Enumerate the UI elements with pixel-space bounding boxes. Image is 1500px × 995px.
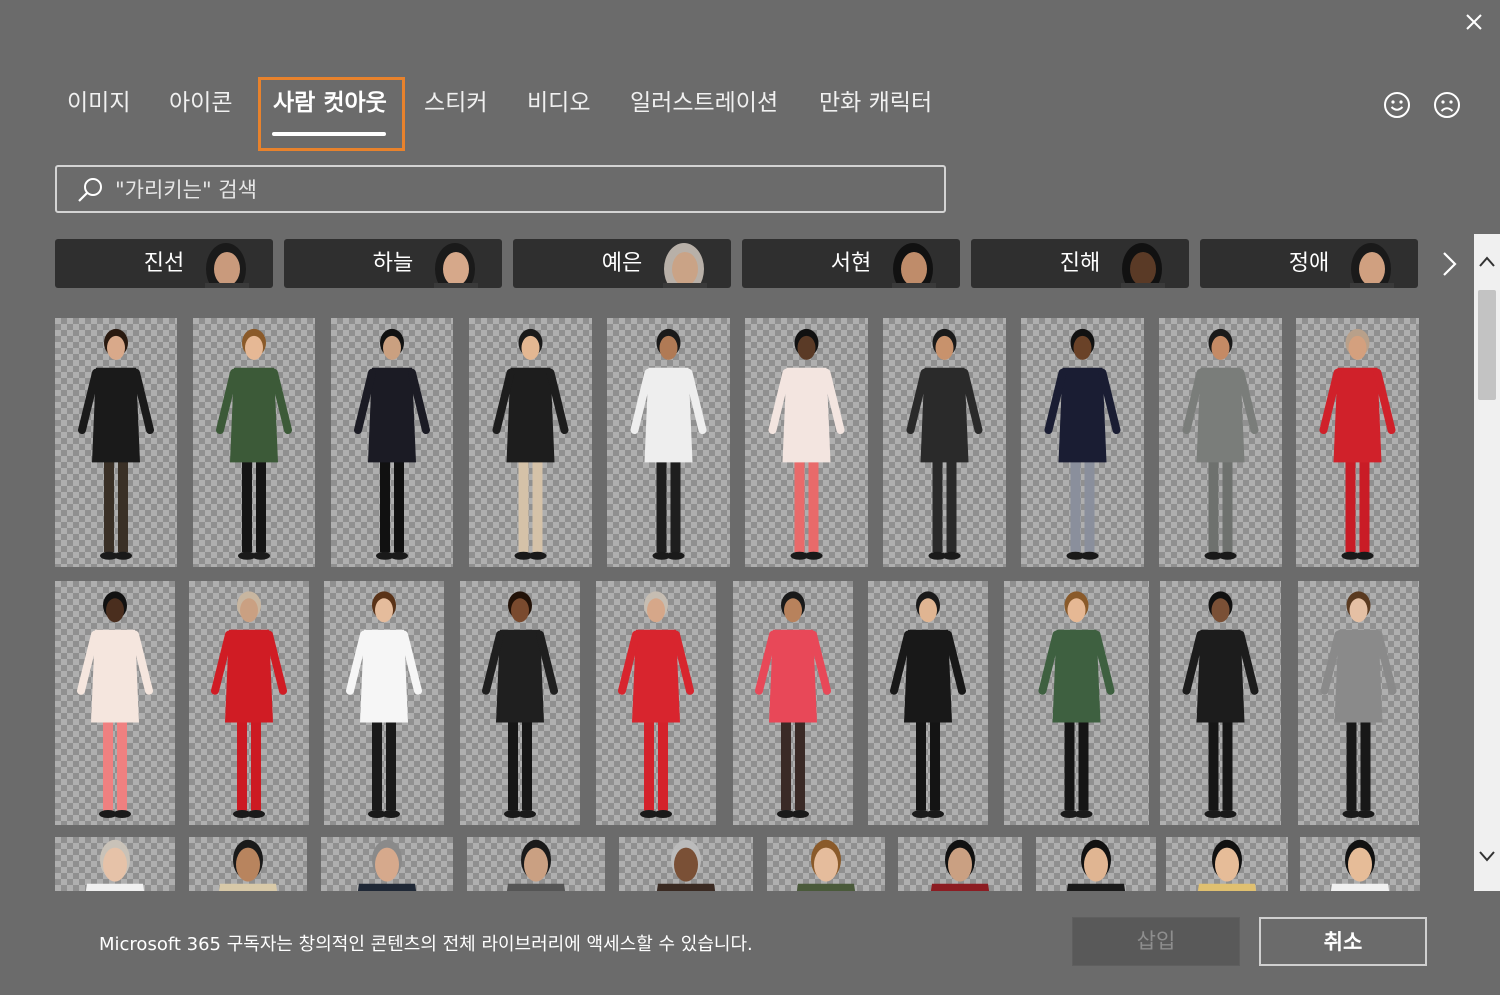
smile-icon: [1384, 92, 1410, 118]
cutout-tile[interactable]: [55, 318, 177, 567]
cutout-tile[interactable]: [1296, 318, 1419, 567]
person-chip[interactable]: 예은: [513, 239, 731, 288]
person-chip[interactable]: 진선: [55, 239, 273, 288]
person-chip-label: 예은: [601, 251, 643, 276]
person-cutout: [1320, 591, 1397, 819]
person-cutout: [506, 839, 566, 891]
person-chip-label: 서현: [830, 251, 872, 276]
person-cutout: [492, 328, 569, 560]
subscriber-message: Microsoft 365 구독자는 창의적인 콘텐츠의 전체 라이브러리에 액…: [99, 934, 753, 955]
tab-videos[interactable]: 비디오: [527, 78, 590, 148]
person-chip[interactable]: 진해: [971, 239, 1189, 288]
person-cutout: [618, 591, 694, 819]
cutout-tile[interactable]: [331, 318, 453, 567]
person-cutout: [1044, 328, 1121, 560]
cutout-tile[interactable]: [189, 837, 307, 891]
gallery-scrollbar[interactable]: [1474, 234, 1500, 891]
cutout-tile[interactable]: [767, 837, 885, 891]
cutout-tile[interactable]: [619, 837, 753, 891]
cutout-tile[interactable]: [898, 837, 1022, 891]
cutout-tile[interactable]: [1159, 318, 1282, 567]
scrollbar-thumb[interactable]: [1478, 290, 1496, 400]
person-cutout: [1182, 328, 1259, 560]
tab-focus-outline: [258, 77, 405, 151]
cutout-tile[interactable]: [189, 581, 309, 825]
person-cutout: [218, 839, 278, 891]
tab-icons[interactable]: 아이콘: [169, 78, 232, 148]
close-icon: [1466, 14, 1482, 30]
person-chip[interactable]: 정애: [1200, 239, 1418, 288]
cutout-tile[interactable]: [55, 837, 175, 891]
person-cutout: [357, 839, 417, 891]
close-button[interactable]: [1460, 8, 1488, 36]
cutout-tile[interactable]: [1021, 318, 1144, 567]
cutout-tile[interactable]: [1036, 837, 1156, 891]
person-cutout: [630, 328, 707, 560]
person-chip-label: 정애: [1288, 251, 1330, 276]
person-cutout: [211, 591, 287, 819]
frown-feedback-button[interactable]: [1432, 90, 1462, 120]
chevron-right-icon: [1443, 252, 1457, 276]
person-cutout: [906, 328, 983, 560]
person-cutout: [78, 328, 154, 560]
cutout-tile[interactable]: [1160, 581, 1281, 825]
smile-feedback-button[interactable]: [1382, 90, 1412, 120]
frown-icon: [1434, 92, 1460, 118]
cutout-tile[interactable]: [467, 837, 605, 891]
cutout-tile[interactable]: [596, 581, 716, 825]
cutout-tile[interactable]: [1300, 837, 1420, 891]
person-cutout: [930, 839, 990, 891]
person-cutout: [216, 328, 292, 560]
tab-images[interactable]: 이미지: [67, 78, 130, 148]
person-cutout: [890, 591, 966, 819]
person-cutout: [77, 591, 153, 819]
cutout-tile[interactable]: [321, 837, 453, 891]
cutout-tile[interactable]: [607, 318, 730, 567]
cutout-tile[interactable]: [1004, 581, 1149, 825]
person-cutout: [1197, 839, 1257, 891]
person-cutout: [482, 591, 558, 819]
cancel-button[interactable]: 취소: [1259, 917, 1427, 966]
cutout-tile[interactable]: [460, 581, 580, 825]
person-cutout: [1319, 328, 1396, 560]
person-chip-label: 진해: [1059, 251, 1101, 276]
person-chip[interactable]: 서현: [742, 239, 960, 288]
cutout-tile[interactable]: [745, 318, 868, 567]
person-cutout: [1066, 839, 1126, 891]
tab-cartoon-characters[interactable]: 만화 캐릭터: [819, 78, 932, 148]
person-cutout: [656, 839, 716, 891]
chevron-up-icon[interactable]: [1477, 252, 1497, 272]
tab-stickers[interactable]: 스티커: [424, 78, 487, 148]
search-input[interactable]: [113, 171, 937, 209]
cutout-tile[interactable]: [55, 581, 175, 825]
chevron-down-icon[interactable]: [1477, 846, 1497, 866]
insert-button[interactable]: 삽입: [1072, 917, 1240, 966]
person-cutout: [85, 839, 145, 891]
person-cutout: [796, 839, 856, 891]
cutout-tile[interactable]: [868, 581, 988, 825]
cutout-tile[interactable]: [733, 581, 853, 825]
search-icon: [78, 178, 102, 202]
search-box: [55, 165, 946, 213]
cutout-tile[interactable]: [1166, 837, 1288, 891]
person-cutout: [755, 591, 831, 819]
person-chip-label: 진선: [143, 251, 185, 276]
tab-illustrations[interactable]: 일러스트레이션: [630, 78, 778, 148]
cutout-tile[interactable]: [1298, 581, 1419, 825]
cutout-tile[interactable]: [883, 318, 1006, 567]
chips-next-button[interactable]: [1433, 248, 1465, 280]
person-chip[interactable]: 하늘: [284, 239, 502, 288]
person-cutout: [354, 328, 430, 560]
cutout-tile[interactable]: [469, 318, 592, 567]
person-cutout: [1330, 839, 1390, 891]
cutout-tile[interactable]: [324, 581, 444, 825]
person-cutout: [346, 591, 422, 819]
person-chip-label: 하늘: [372, 251, 414, 276]
person-cutout: [1038, 591, 1115, 819]
cutout-tile[interactable]: [193, 318, 315, 567]
person-cutout: [768, 328, 845, 560]
person-cutout: [1182, 591, 1259, 819]
cutout-gallery: [55, 318, 1420, 891]
